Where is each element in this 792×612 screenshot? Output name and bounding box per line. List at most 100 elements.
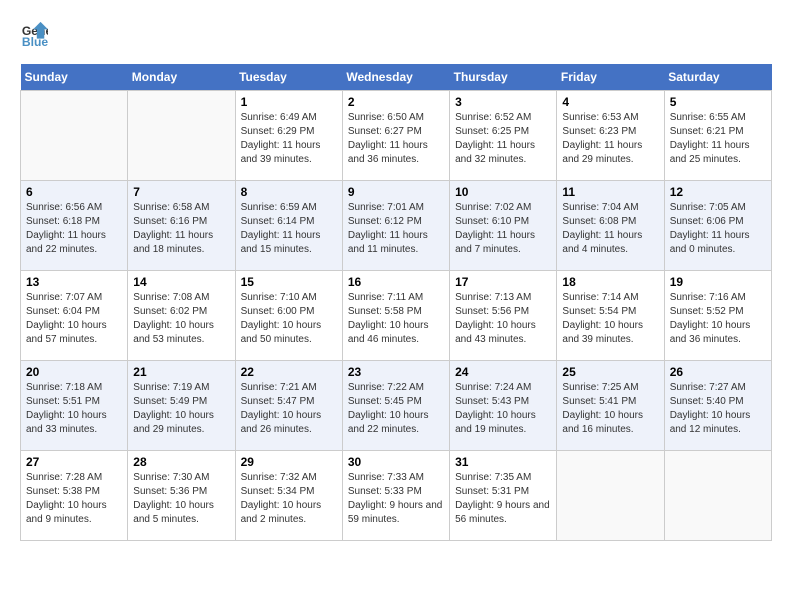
weekday-header-thursday: Thursday [450, 64, 557, 91]
calendar-cell: 3 Sunrise: 6:52 AM Sunset: 6:25 PM Daylig… [450, 91, 557, 181]
calendar-cell: 11 Sunrise: 7:04 AM Sunset: 6:08 PM Dayli… [557, 181, 664, 271]
day-info: Sunrise: 7:04 AM Sunset: 6:08 PM Dayligh… [562, 201, 658, 257]
calendar-cell: 16 Sunrise: 7:11 AM Sunset: 5:58 PM Dayli… [342, 271, 449, 361]
calendar-cell: 18Sunrise: 7:14 AM Sunset: 5:54 PM Dayli… [557, 271, 664, 361]
calendar-cell: 24 Sunrise: 7:24 AM Sunset: 5:43 PM Dayli… [450, 361, 557, 451]
calendar-cell: 14 Sunrise: 7:08 AM Sunset: 6:02 PM Dayli… [128, 271, 235, 361]
day-info: Sunrise: 7:08 AM Sunset: 6:02 PM Dayligh… [133, 291, 229, 347]
day-number: 17 [455, 275, 551, 289]
day-number: 8 [241, 185, 337, 199]
calendar-cell: 17 Sunrise: 7:13 AM Sunset: 5:56 PM Dayli… [450, 271, 557, 361]
day-info: Sunrise: 7:14 AM Sunset: 5:54 PM Dayligh… [562, 291, 658, 347]
day-number: 26 [670, 365, 766, 379]
day-info: Sunrise: 7:30 AM Sunset: 5:36 PM Dayligh… [133, 471, 229, 527]
calendar-cell: 5Sunrise: 6:55 AM Sunset: 6:21 PM Daylig… [664, 91, 771, 181]
calendar-cell: 20Sunrise: 7:18 AM Sunset: 5:51 PM Dayli… [21, 361, 128, 451]
weekday-header-tuesday: Tuesday [235, 64, 342, 91]
day-number: 7 [133, 185, 229, 199]
day-number: 4 [562, 95, 658, 109]
day-info: Sunrise: 7:16 AM Sunset: 5:52 PM Dayligh… [670, 291, 766, 347]
calendar-cell: 28 Sunrise: 7:30 AM Sunset: 5:36 PM Dayli… [128, 451, 235, 541]
day-info: Sunrise: 7:11 AM Sunset: 5:58 PM Dayligh… [348, 291, 444, 347]
calendar-table: SundayMondayTuesdayWednesdayThursdayFrid… [20, 64, 772, 541]
day-info: Sunrise: 7:33 AM Sunset: 5:33 PM Dayligh… [348, 471, 444, 527]
day-info: Sunrise: 7:27 AM Sunset: 5:40 PM Dayligh… [670, 381, 766, 437]
calendar-cell: 10Sunrise: 7:02 AM Sunset: 6:10 PM Dayli… [450, 181, 557, 271]
day-number: 6 [26, 185, 122, 199]
day-number: 29 [241, 455, 337, 469]
day-info: Sunrise: 6:53 AM Sunset: 6:23 PM Dayligh… [562, 111, 658, 167]
calendar-cell: 31 Sunrise: 7:35 AM Sunset: 5:31 PM Dayli… [450, 451, 557, 541]
calendar-cell: 13Sunrise: 7:07 AM Sunset: 6:04 PM Dayli… [21, 271, 128, 361]
day-info: Sunrise: 7:07 AM Sunset: 6:04 PM Dayligh… [26, 291, 122, 347]
day-info: Sunrise: 6:52 AM Sunset: 6:25 PM Dayligh… [455, 111, 551, 167]
calendar-cell: 8 Sunrise: 6:59 AM Sunset: 6:14 PM Daylig… [235, 181, 342, 271]
calendar-week-row: 6 Sunrise: 6:56 AM Sunset: 6:18 PM Daylig… [21, 181, 772, 271]
calendar-cell: 4 Sunrise: 6:53 AM Sunset: 6:23 PM Daylig… [557, 91, 664, 181]
day-info: Sunrise: 7:02 AM Sunset: 6:10 PM Dayligh… [455, 201, 551, 257]
calendar-cell: 23Sunrise: 7:22 AM Sunset: 5:45 PM Dayli… [342, 361, 449, 451]
calendar-cell: 21Sunrise: 7:19 AM Sunset: 5:49 PM Dayli… [128, 361, 235, 451]
logo-icon: General Blue [20, 20, 48, 48]
weekday-header-saturday: Saturday [664, 64, 771, 91]
weekday-header-row: SundayMondayTuesdayWednesdayThursdayFrid… [21, 64, 772, 91]
day-number: 2 [348, 95, 444, 109]
weekday-header-friday: Friday [557, 64, 664, 91]
calendar-cell: 19 Sunrise: 7:16 AM Sunset: 5:52 PM Dayli… [664, 271, 771, 361]
day-number: 20 [26, 365, 122, 379]
day-number: 22 [241, 365, 337, 379]
day-number: 11 [562, 185, 658, 199]
weekday-header-monday: Monday [128, 64, 235, 91]
day-number: 14 [133, 275, 229, 289]
day-number: 19 [670, 275, 766, 289]
day-info: Sunrise: 7:28 AM Sunset: 5:38 PM Dayligh… [26, 471, 122, 527]
calendar-week-row: 13Sunrise: 7:07 AM Sunset: 6:04 PM Dayli… [21, 271, 772, 361]
calendar-cell: 1 Sunrise: 6:49 AM Sunset: 6:29 PM Daylig… [235, 91, 342, 181]
calendar-cell: 12Sunrise: 7:05 AM Sunset: 6:06 PM Dayli… [664, 181, 771, 271]
calendar-cell: 22 Sunrise: 7:21 AM Sunset: 5:47 PM Dayli… [235, 361, 342, 451]
day-info: Sunrise: 7:25 AM Sunset: 5:41 PM Dayligh… [562, 381, 658, 437]
day-number: 27 [26, 455, 122, 469]
calendar-cell: 9 Sunrise: 7:01 AM Sunset: 6:12 PM Daylig… [342, 181, 449, 271]
calendar-cell: 29 Sunrise: 7:32 AM Sunset: 5:34 PM Dayli… [235, 451, 342, 541]
day-info: Sunrise: 6:58 AM Sunset: 6:16 PM Dayligh… [133, 201, 229, 257]
calendar-week-row: 1 Sunrise: 6:49 AM Sunset: 6:29 PM Daylig… [21, 91, 772, 181]
calendar-cell [557, 451, 664, 541]
day-info: Sunrise: 7:13 AM Sunset: 5:56 PM Dayligh… [455, 291, 551, 347]
calendar-cell [21, 91, 128, 181]
calendar-cell: 2Sunrise: 6:50 AM Sunset: 6:27 PM Daylig… [342, 91, 449, 181]
day-info: Sunrise: 7:21 AM Sunset: 5:47 PM Dayligh… [241, 381, 337, 437]
day-number: 24 [455, 365, 551, 379]
day-info: Sunrise: 7:05 AM Sunset: 6:06 PM Dayligh… [670, 201, 766, 257]
day-number: 9 [348, 185, 444, 199]
day-number: 21 [133, 365, 229, 379]
day-number: 16 [348, 275, 444, 289]
page-header: General Blue [20, 20, 772, 48]
calendar-cell [128, 91, 235, 181]
calendar-cell: 6 Sunrise: 6:56 AM Sunset: 6:18 PM Daylig… [21, 181, 128, 271]
day-number: 1 [241, 95, 337, 109]
calendar-cell: 25 Sunrise: 7:25 AM Sunset: 5:41 PM Dayli… [557, 361, 664, 451]
calendar-cell [664, 451, 771, 541]
weekday-header-wednesday: Wednesday [342, 64, 449, 91]
day-info: Sunrise: 7:10 AM Sunset: 6:00 PM Dayligh… [241, 291, 337, 347]
calendar-cell: 27 Sunrise: 7:28 AM Sunset: 5:38 PM Dayli… [21, 451, 128, 541]
day-number: 28 [133, 455, 229, 469]
day-info: Sunrise: 7:24 AM Sunset: 5:43 PM Dayligh… [455, 381, 551, 437]
calendar-week-row: 27 Sunrise: 7:28 AM Sunset: 5:38 PM Dayli… [21, 451, 772, 541]
day-number: 31 [455, 455, 551, 469]
day-info: Sunrise: 7:01 AM Sunset: 6:12 PM Dayligh… [348, 201, 444, 257]
day-info: Sunrise: 7:32 AM Sunset: 5:34 PM Dayligh… [241, 471, 337, 527]
day-info: Sunrise: 6:59 AM Sunset: 6:14 PM Dayligh… [241, 201, 337, 257]
day-info: Sunrise: 6:56 AM Sunset: 6:18 PM Dayligh… [26, 201, 122, 257]
day-number: 15 [241, 275, 337, 289]
day-number: 5 [670, 95, 766, 109]
day-info: Sunrise: 6:49 AM Sunset: 6:29 PM Dayligh… [241, 111, 337, 167]
day-info: Sunrise: 7:35 AM Sunset: 5:31 PM Dayligh… [455, 471, 551, 527]
day-number: 25 [562, 365, 658, 379]
logo: General Blue [20, 20, 56, 48]
day-number: 23 [348, 365, 444, 379]
calendar-cell: 26 Sunrise: 7:27 AM Sunset: 5:40 PM Dayli… [664, 361, 771, 451]
day-number: 3 [455, 95, 551, 109]
weekday-header-sunday: Sunday [21, 64, 128, 91]
